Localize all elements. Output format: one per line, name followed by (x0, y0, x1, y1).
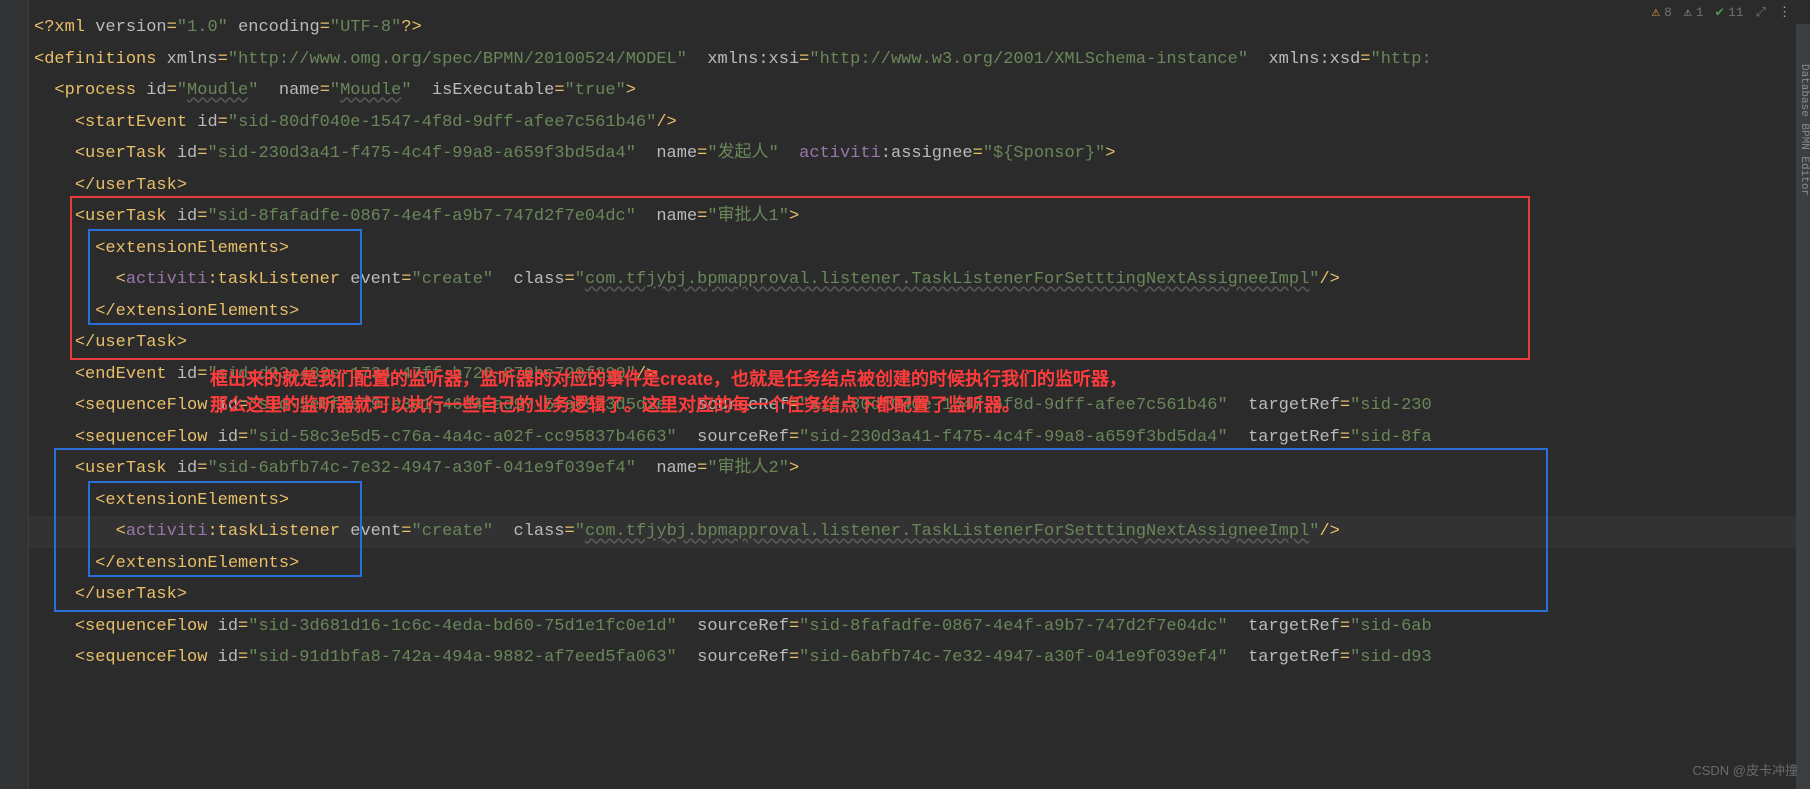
code-line[interactable]: <sequenceFlow id="sid-5e0f1e79-e3e1-46d4… (34, 390, 1810, 422)
code-line[interactable]: </extensionElements> (34, 296, 1810, 328)
code-line[interactable]: </userTask> (34, 327, 1810, 359)
code-line[interactable]: <sequenceFlow id="sid-58c3e5d5-c76a-4a4c… (34, 422, 1810, 454)
code-line[interactable]: <activiti:taskListener event="create" cl… (34, 264, 1810, 296)
code-line[interactable]: <userTask id="sid-8fafadfe-0867-4e4f-a9b… (34, 201, 1810, 233)
code-line[interactable]: <startEvent id="sid-80df040e-1547-4f8d-9… (34, 107, 1810, 139)
code-line[interactable]: </extensionElements> (34, 548, 1810, 580)
code-line[interactable]: <userTask id="sid-230d3a41-f475-4c4f-99a… (34, 138, 1810, 170)
code-editor[interactable]: <?xml version="1.0" encoding="UTF-8"?> <… (0, 0, 1810, 674)
code-line[interactable]: <extensionElements> (34, 233, 1810, 265)
code-line[interactable]: <activiti:taskListener event="create" cl… (34, 516, 1810, 548)
code-line[interactable]: <sequenceFlow id="sid-3d681d16-1c6c-4eda… (34, 611, 1810, 643)
code-line[interactable]: <process id="Moudle" name="Moudle" isExe… (34, 75, 1810, 107)
code-line[interactable]: <definitions xmlns="http://www.omg.org/s… (34, 44, 1810, 76)
code-line[interactable]: <sequenceFlow id="sid-91d1bfa8-742a-494a… (34, 642, 1810, 674)
code-line[interactable]: <?xml version="1.0" encoding="UTF-8"?> (34, 12, 1810, 44)
watermark: CSDN @皮卡冲撞 (1692, 760, 1798, 779)
code-line[interactable]: <endEvent id="sid-d93c482e-1734-47ff-b72… (34, 359, 1810, 391)
code-line[interactable]: </userTask> (34, 579, 1810, 611)
code-line[interactable]: </userTask> (34, 170, 1810, 202)
code-line[interactable]: <extensionElements> (34, 485, 1810, 517)
code-line[interactable]: <userTask id="sid-6abfb74c-7e32-4947-a30… (34, 453, 1810, 485)
